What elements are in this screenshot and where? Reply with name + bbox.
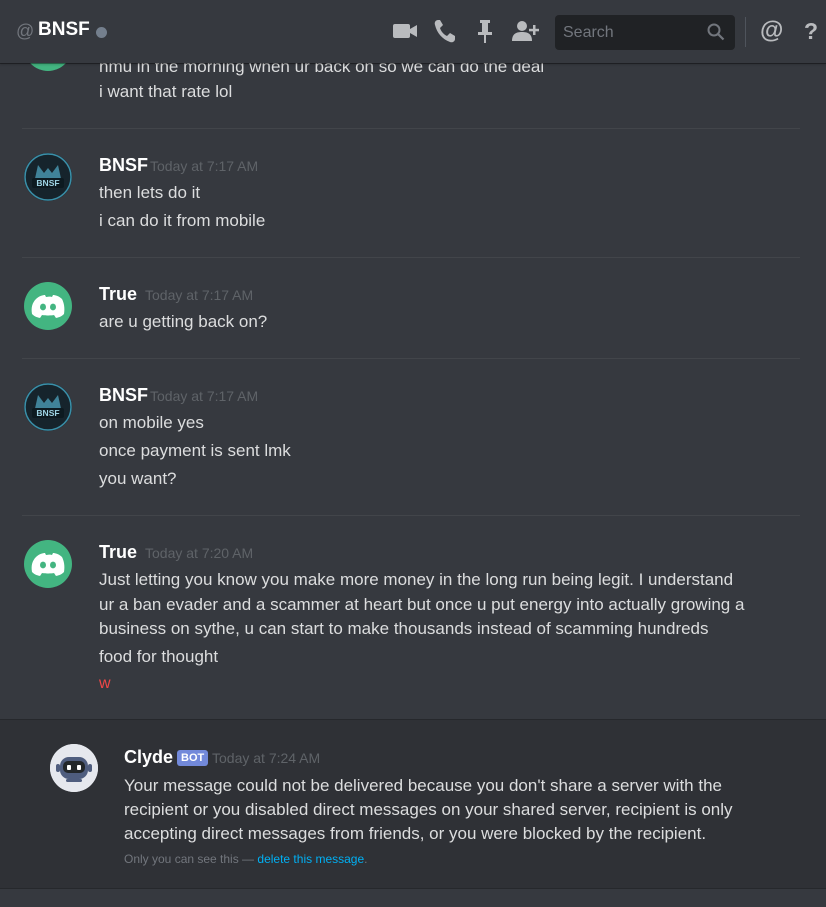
message-line: ur a ban evader and a scammer at heart b…	[99, 595, 745, 614]
avatar[interactable]	[50, 744, 98, 792]
timestamp: Today at 7:17 AM	[150, 388, 259, 404]
delete-message-link[interactable]: delete this message	[257, 852, 364, 866]
search-placeholder: Search	[563, 24, 614, 41]
clyde-message: Clyde BOT Today at 7:24 AM Your message …	[0, 719, 826, 889]
message-line: food for thought	[99, 647, 219, 666]
offline-status-indicator	[96, 27, 107, 38]
message-line: i want that rate lol	[99, 82, 233, 101]
search-input[interactable]: Search	[555, 15, 735, 50]
message-line: Just letting you know you make more mone…	[99, 570, 734, 589]
message-divider	[22, 515, 800, 516]
ephemeral-note-text: Only you can see this —	[124, 852, 258, 866]
discord-logo-icon	[31, 295, 65, 318]
message-line: business on sythe, u can start to make t…	[99, 619, 709, 638]
message-line: recipient or you disabled direct message…	[124, 800, 733, 819]
wolf-logo-icon: BNSF	[24, 153, 72, 201]
add-friend-icon[interactable]	[512, 19, 540, 43]
timestamp: Today at 7:17 AM	[150, 158, 259, 174]
video-call-icon[interactable]	[392, 20, 418, 42]
ephemeral-note-suffix: .	[364, 852, 368, 866]
channel-title: BNSF	[38, 19, 90, 40]
author-name[interactable]: BNSF	[99, 385, 148, 406]
message-divider	[22, 257, 800, 258]
pin-icon[interactable]	[476, 18, 494, 44]
author-name[interactable]: True	[99, 284, 137, 305]
clyde-robot-icon	[50, 744, 98, 792]
message-line: Your message could not be delivered beca…	[124, 776, 722, 795]
message-line: hmu in the morning when ur back on so we…	[99, 63, 545, 76]
message-line: once payment is sent lmk	[99, 441, 291, 460]
message-divider	[22, 128, 800, 129]
avatar[interactable]: BNSF	[24, 153, 72, 201]
message-list: hmu in the morning when ur back on so we…	[0, 63, 826, 907]
bot-tag: BOT	[177, 750, 209, 766]
message-line: are u getting back on?	[99, 312, 268, 331]
search-icon	[707, 23, 725, 41]
avatar[interactable]: BNSF	[24, 383, 72, 431]
avatar[interactable]	[24, 63, 72, 71]
avatar[interactable]	[24, 540, 72, 588]
discord-logo-icon	[31, 553, 65, 576]
author-name[interactable]: BNSF	[99, 155, 148, 176]
channel-header: @ BNSF Search @ ?	[0, 0, 826, 63]
help-icon[interactable]: ?	[804, 18, 818, 45]
svg-text:BNSF: BNSF	[36, 178, 59, 188]
avatar[interactable]	[24, 282, 72, 330]
message-divider	[22, 358, 800, 359]
timestamp: Today at 7:17 AM	[145, 287, 254, 303]
message-line: on mobile yes	[99, 413, 204, 432]
timestamp: Today at 7:20 AM	[145, 545, 254, 561]
message-line: then lets do it	[99, 183, 201, 202]
message-line: you want?	[99, 469, 177, 488]
wolf-logo-icon: BNSF	[24, 383, 72, 431]
mention-icon[interactable]: @	[760, 17, 783, 45]
svg-text:BNSF: BNSF	[36, 408, 59, 418]
message-line: i can do it from mobile	[99, 211, 266, 230]
message-line-red: w	[99, 675, 111, 692]
ephemeral-note: Only you can see this — delete this mess…	[124, 852, 367, 866]
author-name[interactable]: Clyde	[124, 747, 173, 768]
message-line: accepting direct messages from friends, …	[124, 824, 707, 843]
voice-call-icon[interactable]	[433, 18, 457, 44]
author-name[interactable]: True	[99, 542, 137, 563]
at-icon: @	[16, 21, 35, 41]
header-divider	[745, 17, 746, 47]
timestamp: Today at 7:24 AM	[212, 750, 321, 766]
